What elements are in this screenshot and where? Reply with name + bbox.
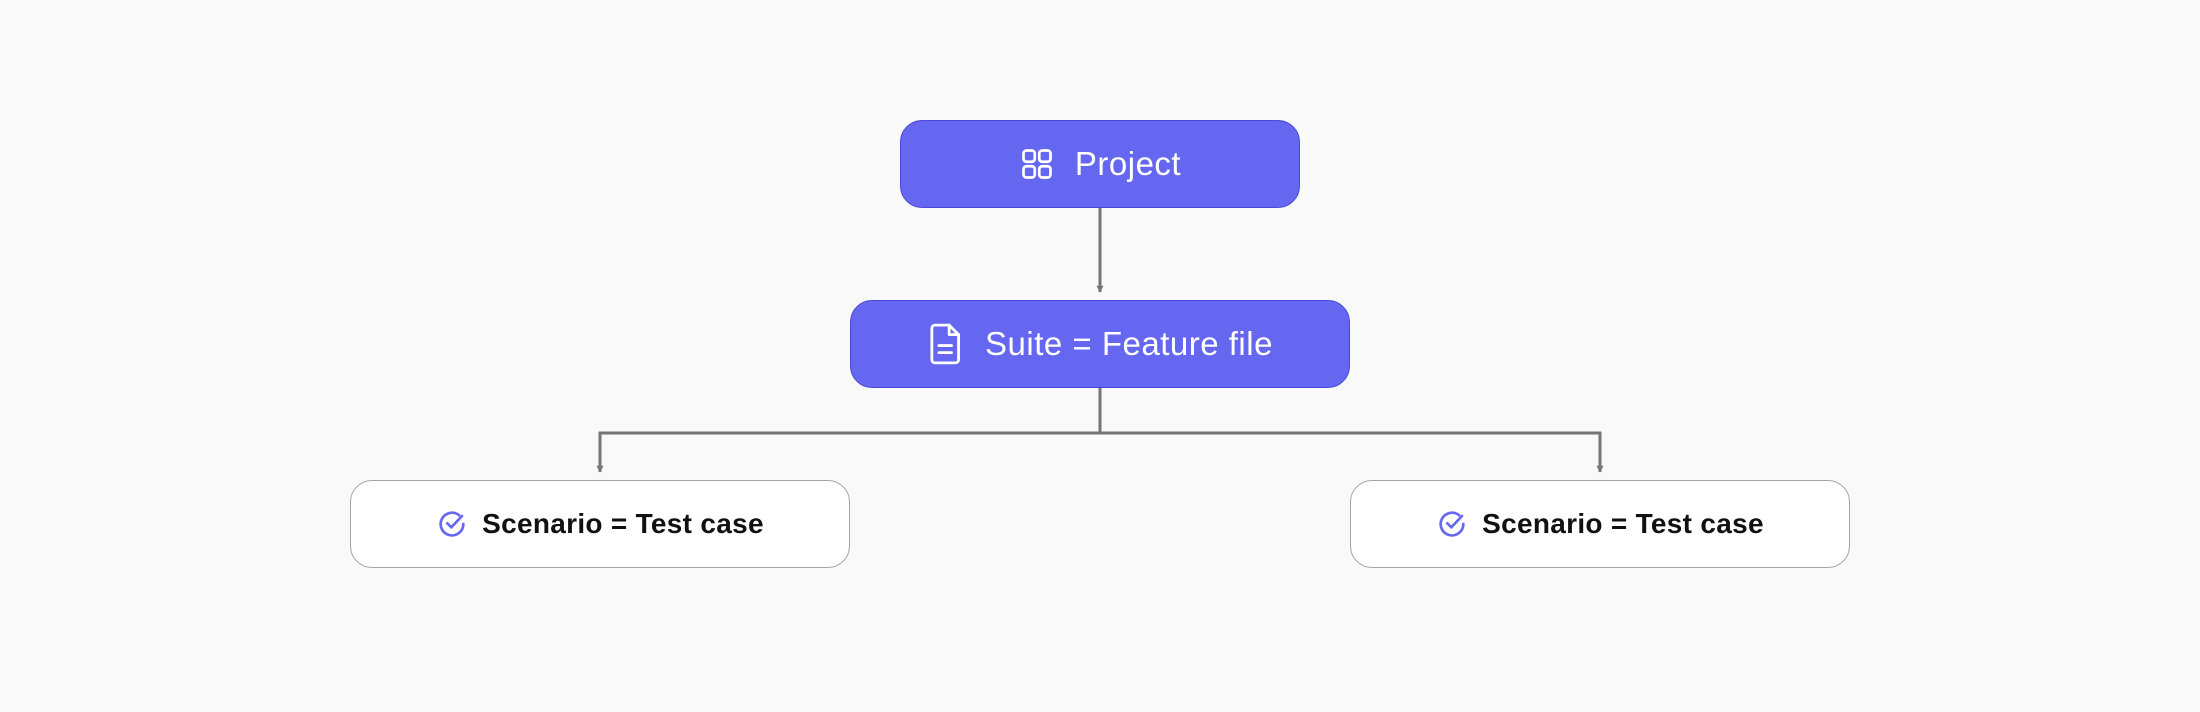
document-icon [927,322,965,366]
edge-suite-to-scenario-1 [596,431,1100,473]
scenario-label: Scenario = Test case [1482,508,1764,539]
scenario-label: Scenario = Test case [482,508,764,539]
check-circle-icon [436,508,468,540]
scenario-node: Scenario = Test case [350,480,850,568]
suite-node: Suite = Feature file [850,300,1350,388]
check-circle-icon [1436,508,1468,540]
scenario-node: Scenario = Test case [1350,480,1850,568]
suite-label: Suite = Feature file [985,325,1273,362]
project-label: Project [1074,145,1182,182]
project-node: Project [900,120,1300,208]
grid-icon [1019,146,1055,182]
edge-suite-to-scenario-2 [1100,431,1604,473]
